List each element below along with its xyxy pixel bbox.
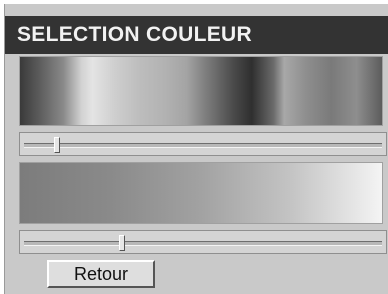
dialog-title: SELECTION COULEUR xyxy=(17,23,252,46)
title-bar: SELECTION COULEUR xyxy=(5,16,388,54)
hue-slider[interactable] xyxy=(19,132,387,156)
hue-slider-thumb[interactable] xyxy=(54,137,61,153)
shade-preview-swatch[interactable] xyxy=(19,162,383,224)
hue-slider-track xyxy=(24,143,382,148)
shade-slider[interactable] xyxy=(19,230,387,254)
back-button[interactable]: Retour xyxy=(47,260,155,288)
shade-slider-thumb[interactable] xyxy=(118,235,125,251)
hue-spectrum-swatch[interactable] xyxy=(19,56,383,126)
color-selection-dialog: SELECTION COULEUR Retour xyxy=(4,4,388,294)
shade-slider-track xyxy=(24,241,382,246)
